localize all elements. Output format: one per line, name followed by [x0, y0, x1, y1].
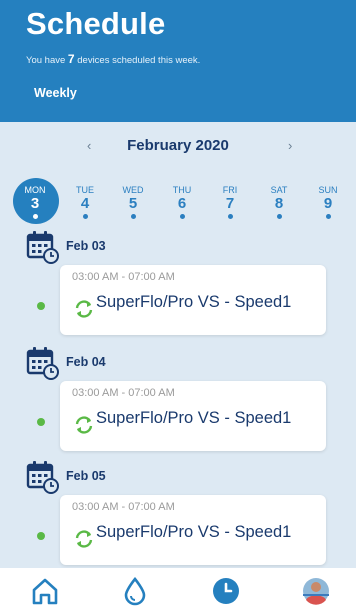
schedule-card[interactable]: 03:00 AM - 07:00 AM SuperFlo/Pro VS - Sp… — [60, 495, 326, 565]
chevron-right-icon[interactable]: › — [288, 138, 292, 153]
status-dot — [37, 302, 45, 310]
day-sun[interactable]: SUN 9 — [305, 178, 351, 232]
day-name: SUN — [318, 185, 338, 195]
tab-weekly[interactable]: Weekly — [34, 86, 77, 100]
event-dot — [130, 214, 136, 219]
day-name: MON — [24, 185, 46, 195]
day-number: 4 — [80, 195, 90, 212]
day-thu[interactable]: THU 6 — [159, 178, 205, 232]
time-range: 03:00 AM - 07:00 AM — [72, 501, 175, 513]
sync-icon — [75, 416, 93, 434]
date-label: Feb 05 — [66, 469, 106, 483]
day-name: WED — [122, 185, 144, 195]
schedule-group: Feb 04 03:00 AM - 07:00 AM SuperFlo/Pro … — [0, 346, 356, 462]
time-range: 03:00 AM - 07:00 AM — [72, 271, 175, 283]
event-dot — [32, 214, 38, 219]
page-title: Schedule — [26, 6, 166, 41]
bottom-nav — [0, 568, 356, 612]
sync-icon — [75, 300, 93, 318]
event-dot — [82, 214, 88, 219]
day-name: SAT — [270, 185, 288, 195]
day-number: 3 — [30, 195, 40, 212]
subtitle-prefix: You have — [26, 55, 66, 66]
month-selector: ‹ February 2020 › — [0, 134, 356, 158]
calendar-clock-icon — [26, 347, 59, 380]
schedule-card[interactable]: 03:00 AM - 07:00 AM SuperFlo/Pro VS - Sp… — [60, 265, 326, 335]
day-sat[interactable]: SAT 8 — [256, 178, 302, 232]
device-name: SuperFlo/Pro VS - Speed1 — [96, 293, 292, 311]
subtitle-suffix: devices scheduled this week. — [77, 55, 201, 66]
month-label: February 2020 — [127, 137, 229, 154]
page-subtitle: You have 7 devices scheduled this week. — [26, 52, 200, 66]
water-drop-icon[interactable] — [120, 576, 150, 606]
device-count: 7 — [67, 52, 75, 66]
calendar-clock-icon — [26, 461, 59, 494]
schedule-group: Feb 05 03:00 AM - 07:00 AM SuperFlo/Pro … — [0, 460, 356, 568]
schedule-content[interactable]: ‹ February 2020 › MON 3 TUE 4 WED 5 THU … — [0, 122, 356, 568]
device-name: SuperFlo/Pro VS - Speed1 — [96, 409, 292, 427]
schedule-group: Feb 03 03:00 AM - 07:00 AM SuperFlo/Pro … — [0, 230, 356, 346]
status-dot — [37, 418, 45, 426]
day-name: THU — [172, 185, 192, 195]
device-name: SuperFlo/Pro VS - Speed1 — [96, 523, 292, 541]
day-number: 7 — [225, 195, 235, 212]
day-name: FRI — [222, 185, 238, 195]
day-number: 9 — [323, 195, 333, 212]
time-range: 03:00 AM - 07:00 AM — [72, 387, 175, 399]
day-tue[interactable]: TUE 4 — [62, 178, 108, 232]
day-number: 6 — [177, 195, 187, 212]
date-label: Feb 04 — [66, 355, 106, 369]
day-wed[interactable]: WED 5 — [110, 178, 156, 232]
day-fri[interactable]: FRI 7 — [207, 178, 253, 232]
clock-icon[interactable] — [211, 576, 241, 606]
day-number: 5 — [128, 195, 138, 212]
schedule-card[interactable]: 03:00 AM - 07:00 AM SuperFlo/Pro VS - Sp… — [60, 381, 326, 451]
home-icon[interactable] — [30, 576, 60, 606]
day-mon[interactable]: MON 3 — [12, 178, 59, 232]
day-number: 8 — [274, 195, 284, 212]
event-dot — [179, 214, 185, 219]
calendar-clock-icon — [26, 231, 59, 264]
event-dot — [276, 214, 282, 219]
avatar-icon[interactable] — [301, 576, 331, 606]
event-dot — [325, 214, 331, 219]
date-label: Feb 03 — [66, 239, 106, 253]
week-day-strip: MON 3 TUE 4 WED 5 THU 6 FRI 7 SAT 8 SUN … — [10, 178, 350, 232]
header: Schedule You have 7 devices scheduled th… — [0, 0, 356, 122]
event-dot — [227, 214, 233, 219]
day-name: TUE — [76, 185, 94, 195]
sync-icon — [75, 530, 93, 548]
status-dot — [37, 532, 45, 540]
